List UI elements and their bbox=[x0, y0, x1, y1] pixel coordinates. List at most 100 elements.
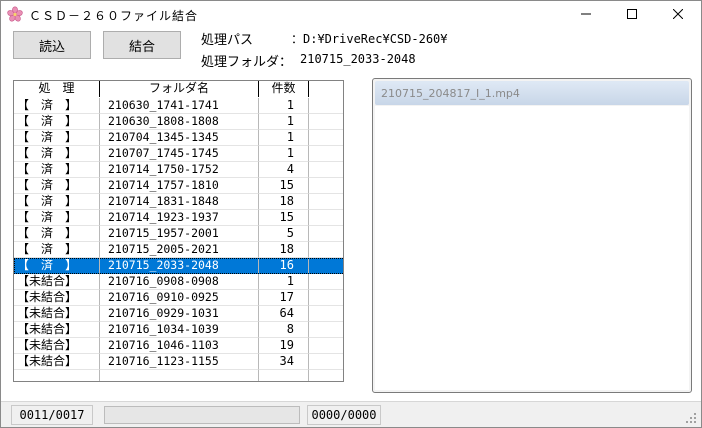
column-header-status[interactable]: 処 理 bbox=[14, 81, 100, 97]
folder-value: 210715_2033-2048 bbox=[300, 52, 416, 66]
table-row[interactable]: 【 済 】 210714_1923-1937 15 bbox=[14, 210, 343, 226]
window-title: ＣＳＤ－２６０ファイル結合 bbox=[29, 9, 199, 23]
load-button[interactable]: 読込 bbox=[13, 31, 91, 59]
preview-area bbox=[375, 106, 689, 390]
table-row[interactable]: 【 済 】 210715_2033-2048 16 bbox=[14, 258, 343, 274]
row-count-cell: 1 bbox=[259, 98, 309, 114]
close-icon bbox=[672, 8, 684, 22]
row-status-cell: 【未結合】 bbox=[14, 274, 100, 290]
row-folder-cell: 210716_1034-1039 bbox=[100, 322, 259, 338]
row-folder-cell: 210715_2005-2021 bbox=[100, 242, 259, 258]
row-count-cell: 1 bbox=[259, 274, 309, 290]
row-status-cell: 【 済 】 bbox=[14, 210, 100, 226]
row-folder-cell: 210716_0908-0908 bbox=[100, 274, 259, 290]
row-count-cell: 18 bbox=[259, 242, 309, 258]
row-folder-cell: 210704_1345-1345 bbox=[100, 130, 259, 146]
row-blank-cell bbox=[309, 354, 343, 370]
row-status-cell: 【未結合】 bbox=[14, 306, 100, 322]
table-row[interactable]: 【未結合】 210716_1034-1039 8 bbox=[14, 322, 343, 338]
table-row[interactable]: 【 済 】 210714_1757-1810 15 bbox=[14, 178, 343, 194]
table-row[interactable]: 【未結合】 210716_0910-0925 17 bbox=[14, 290, 343, 306]
row-count-cell: 4 bbox=[259, 162, 309, 178]
row-blank-cell bbox=[309, 370, 343, 381]
app-window: ＣＳＤ－２６０ファイル結合 読込 結合 処理パス ：D:¥DriveRec¥CS… bbox=[0, 0, 702, 428]
row-folder-cell: 210716_0910-0925 bbox=[100, 290, 259, 306]
progress-bar bbox=[104, 406, 300, 424]
row-blank-cell bbox=[309, 146, 343, 162]
row-blank-cell bbox=[309, 242, 343, 258]
table-row[interactable]: 【 済 】 210704_1345-1345 1 bbox=[14, 130, 343, 146]
folder-progress-count: 0011/0017 bbox=[11, 405, 93, 425]
table-row[interactable] bbox=[14, 370, 343, 381]
table-row[interactable]: 【 済 】 210630_1808-1808 1 bbox=[14, 114, 343, 130]
path-label: 処理パス bbox=[201, 33, 254, 48]
row-status-cell: 【未結合】 bbox=[14, 338, 100, 354]
row-status-cell: 【 済 】 bbox=[14, 130, 100, 146]
row-folder-cell: 210714_1757-1810 bbox=[100, 178, 259, 194]
row-status-cell: 【 済 】 bbox=[14, 178, 100, 194]
row-count-cell: 1 bbox=[259, 114, 309, 130]
row-status-cell: 【未結合】 bbox=[14, 354, 100, 370]
table-row[interactable]: 【未結合】 210716_0929-1031 64 bbox=[14, 306, 343, 322]
table-row[interactable]: 【未結合】 210716_1046-1103 19 bbox=[14, 338, 343, 354]
row-blank-cell bbox=[309, 162, 343, 178]
row-status-cell: 【 済 】 bbox=[14, 146, 100, 162]
table-row[interactable]: 【 済 】 210630_1741-1741 1 bbox=[14, 98, 343, 114]
folder-label: 処理フォルダ： bbox=[201, 55, 293, 70]
row-status-cell: 【 済 】 bbox=[14, 162, 100, 178]
row-count-cell: 1 bbox=[259, 130, 309, 146]
row-folder-cell: 210716_1123-1155 bbox=[100, 354, 259, 370]
table-row[interactable]: 【 済 】 210714_1831-1848 18 bbox=[14, 194, 343, 210]
row-count-cell: 16 bbox=[259, 258, 309, 274]
column-header-blank bbox=[309, 81, 343, 97]
row-status-cell: 【 済 】 bbox=[14, 194, 100, 210]
row-blank-cell bbox=[309, 258, 343, 274]
row-blank-cell bbox=[309, 290, 343, 306]
maximize-button[interactable] bbox=[609, 1, 655, 29]
preview-title-bar: 210715_204817_I_1.mp4 bbox=[375, 81, 689, 105]
row-blank-cell bbox=[309, 130, 343, 146]
table-row[interactable]: 【未結合】 210716_0908-0908 1 bbox=[14, 274, 343, 290]
row-status-cell bbox=[14, 370, 100, 381]
row-status-cell: 【 済 】 bbox=[14, 114, 100, 130]
row-status-cell: 【 済 】 bbox=[14, 258, 100, 274]
column-header-count[interactable]: 件数 bbox=[259, 81, 309, 97]
minimize-icon bbox=[581, 8, 591, 22]
preview-file-name: 210715_204817_I_1.mp4 bbox=[381, 87, 520, 100]
row-folder-cell: 210716_1046-1103 bbox=[100, 338, 259, 354]
close-button[interactable] bbox=[655, 1, 701, 29]
row-blank-cell bbox=[309, 98, 343, 114]
row-blank-cell bbox=[309, 226, 343, 242]
row-count-cell: 17 bbox=[259, 290, 309, 306]
file-progress-count: 0000/0000 bbox=[307, 405, 381, 425]
row-count-cell: 15 bbox=[259, 178, 309, 194]
status-bar: 0011/0017 0000/0000 bbox=[1, 401, 701, 427]
minimize-button[interactable] bbox=[563, 1, 609, 29]
table-row[interactable]: 【 済 】 210715_2005-2021 18 bbox=[14, 242, 343, 258]
row-folder-cell: 210630_1808-1808 bbox=[100, 114, 259, 130]
table-row[interactable]: 【 済 】 210714_1750-1752 4 bbox=[14, 162, 343, 178]
title-bar[interactable]: ＣＳＤ－２６０ファイル結合 bbox=[1, 1, 701, 29]
table-row[interactable]: 【 済 】 210715_1957-2001 5 bbox=[14, 226, 343, 242]
merge-button[interactable]: 結合 bbox=[103, 31, 181, 59]
row-folder-cell: 210716_0929-1031 bbox=[100, 306, 259, 322]
maximize-icon bbox=[627, 8, 637, 22]
grid-rows: 【 済 】 210630_1741-1741 1 【 済 】 210630_1808-1… bbox=[14, 98, 343, 381]
row-status-cell: 【 済 】 bbox=[14, 226, 100, 242]
grid-header: 処 理 フォルダ名 件数 bbox=[14, 81, 343, 97]
row-blank-cell bbox=[309, 114, 343, 130]
row-count-cell: 19 bbox=[259, 338, 309, 354]
table-row[interactable]: 【 済 】 210707_1745-1745 1 bbox=[14, 146, 343, 162]
row-folder-cell: 210630_1741-1741 bbox=[100, 98, 259, 114]
row-count-cell: 1 bbox=[259, 146, 309, 162]
column-header-folder[interactable]: フォルダ名 bbox=[100, 81, 259, 97]
table-row[interactable]: 【未結合】 210716_1123-1155 34 bbox=[14, 354, 343, 370]
row-blank-cell bbox=[309, 306, 343, 322]
row-status-cell: 【未結合】 bbox=[14, 290, 100, 306]
resize-grip-icon[interactable] bbox=[685, 412, 697, 424]
folder-grid[interactable]: 処 理 フォルダ名 件数 【 済 】 210630_1741-1741 1 【 済 】… bbox=[13, 80, 344, 382]
row-count-cell: 64 bbox=[259, 306, 309, 322]
row-blank-cell bbox=[309, 194, 343, 210]
row-status-cell: 【未結合】 bbox=[14, 322, 100, 338]
row-count-cell: 34 bbox=[259, 354, 309, 370]
